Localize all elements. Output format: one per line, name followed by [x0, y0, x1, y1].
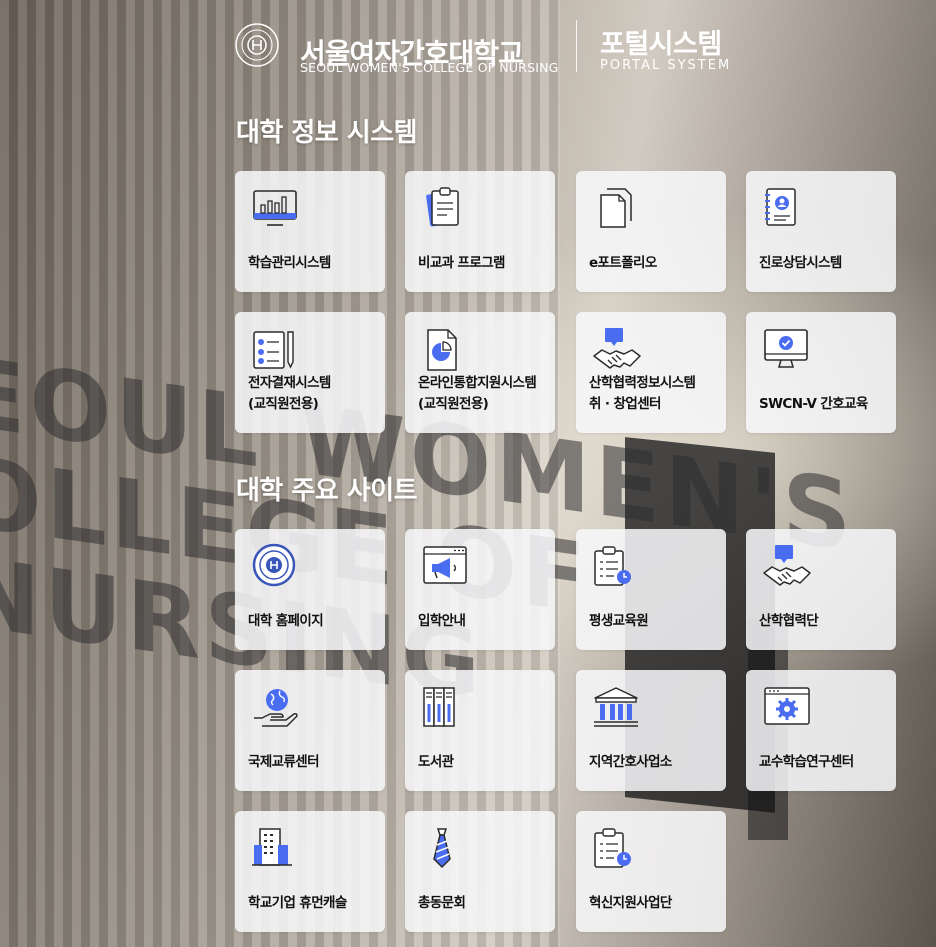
- card-online-support[interactable]: 온라인통합지원시스템 (교직원전용): [405, 312, 555, 433]
- site-header: 서울여자간호대학교 SEOUL WOMEN'S COLLEGE OF NURSI…: [234, 16, 734, 76]
- card-label: 학습관리시스템: [248, 255, 331, 271]
- card-label: 혁신지원사업단: [589, 895, 672, 911]
- card-swcn-v[interactable]: SWCN-V 간호교육: [746, 312, 896, 433]
- handshake-icon: [761, 543, 813, 591]
- card-label: 온라인통합지원시스템 (교직원전용): [418, 375, 537, 412]
- card-regional-nursing[interactable]: 지역간호사업소: [576, 670, 726, 791]
- gear-browser-icon: [761, 684, 813, 732]
- lms-monitor-icon: [250, 185, 302, 233]
- card-extracurricular[interactable]: 비교과 프로그램: [405, 171, 555, 292]
- college-name-english: SEOUL WOMEN'S COLLEGE OF NURSING: [300, 60, 559, 75]
- globe-hand-icon: [250, 684, 302, 732]
- card-label: 산학협력정보시스템 취 · 창업센터: [589, 375, 696, 412]
- card-college-homepage[interactable]: 대학 홈페이지: [235, 529, 385, 650]
- card-e-approval[interactable]: 전자결재시스템 (교직원전용): [235, 312, 385, 433]
- card-label: SWCN-V 간호교육: [759, 396, 868, 412]
- building-icon: [250, 825, 302, 873]
- college-emblem-icon: [250, 543, 302, 591]
- monitor-check-icon: [761, 326, 813, 374]
- college-emblem-logo[interactable]: [234, 22, 280, 68]
- card-alumni-association[interactable]: 총동문회: [405, 811, 555, 932]
- section-title-main-sites: 대학 주요 사이트: [236, 476, 418, 506]
- card-library[interactable]: 도서관: [405, 670, 555, 791]
- card-international-exchange[interactable]: 국제교류센터: [235, 670, 385, 791]
- card-label: 진로상담시스템: [759, 255, 842, 271]
- card-label: 총동문회: [418, 895, 466, 911]
- header-divider: [576, 20, 577, 72]
- card-label: 교수학습연구센터: [759, 754, 854, 770]
- card-label: 대학 홈페이지: [248, 613, 324, 629]
- card-eportfolio[interactable]: e포트폴리오: [576, 171, 726, 292]
- megaphone-browser-icon: [420, 543, 472, 591]
- card-admissions[interactable]: 입학안내: [405, 529, 555, 650]
- card-innovation-support[interactable]: 혁신지원사업단: [576, 811, 726, 932]
- card-industry-cooperation[interactable]: 산학협력단: [746, 529, 896, 650]
- card-label: e포트폴리오: [589, 255, 657, 271]
- card-lifelong-education[interactable]: 평생교육원: [576, 529, 726, 650]
- checklist-pen-icon: [250, 326, 302, 374]
- card-label: 지역간호사업소: [589, 754, 672, 770]
- clipboard-clock-icon: [591, 543, 643, 591]
- card-label: 평생교육원: [589, 613, 649, 629]
- portal-title-korean: 포털시스템: [600, 29, 722, 60]
- portal-title-english: PORTAL SYSTEM: [600, 58, 732, 73]
- card-industry-cooperation-info[interactable]: 산학협력정보시스템 취 · 창업센터: [576, 312, 726, 433]
- report-chart-icon: [420, 326, 472, 374]
- institution-icon: [591, 684, 643, 732]
- card-label: 산학협력단: [759, 613, 819, 629]
- section-title-info-systems: 대학 정보 시스템: [236, 118, 418, 148]
- documents-icon: [591, 185, 643, 233]
- card-label: 국제교류센터: [248, 754, 320, 770]
- card-label: 비교과 프로그램: [418, 255, 505, 271]
- card-lms[interactable]: 학습관리시스템: [235, 171, 385, 292]
- clipboard-icon: [420, 185, 472, 233]
- clipboard-clock-icon: [591, 825, 643, 873]
- card-label: 학교기업 휴먼캐슬: [248, 895, 347, 911]
- card-career-counsel[interactable]: 진로상담시스템: [746, 171, 896, 292]
- card-school-enterprise[interactable]: 학교기업 휴먼캐슬: [235, 811, 385, 932]
- handshake-icon: [591, 326, 643, 374]
- card-teaching-learning-center[interactable]: 교수학습연구센터: [746, 670, 896, 791]
- necktie-icon: [420, 825, 472, 873]
- contact-book-icon: [761, 185, 813, 233]
- card-label: 전자결재시스템 (교직원전용): [248, 375, 331, 412]
- card-label: 도서관: [418, 754, 454, 770]
- card-label: 입학안내: [418, 613, 466, 629]
- books-icon: [420, 684, 472, 732]
